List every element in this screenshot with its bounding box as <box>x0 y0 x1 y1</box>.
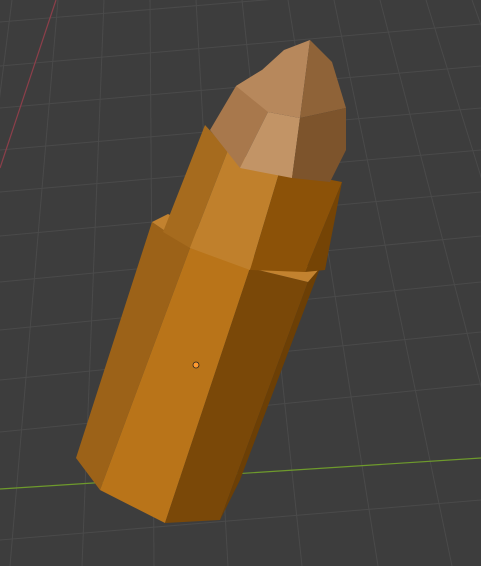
3d-viewport[interactable] <box>0 0 481 566</box>
viewport-scene[interactable] <box>0 0 481 566</box>
lipstick-mesh-object[interactable] <box>76 40 346 523</box>
tip-rear-face <box>292 108 346 182</box>
object-origin-point[interactable] <box>192 361 200 369</box>
